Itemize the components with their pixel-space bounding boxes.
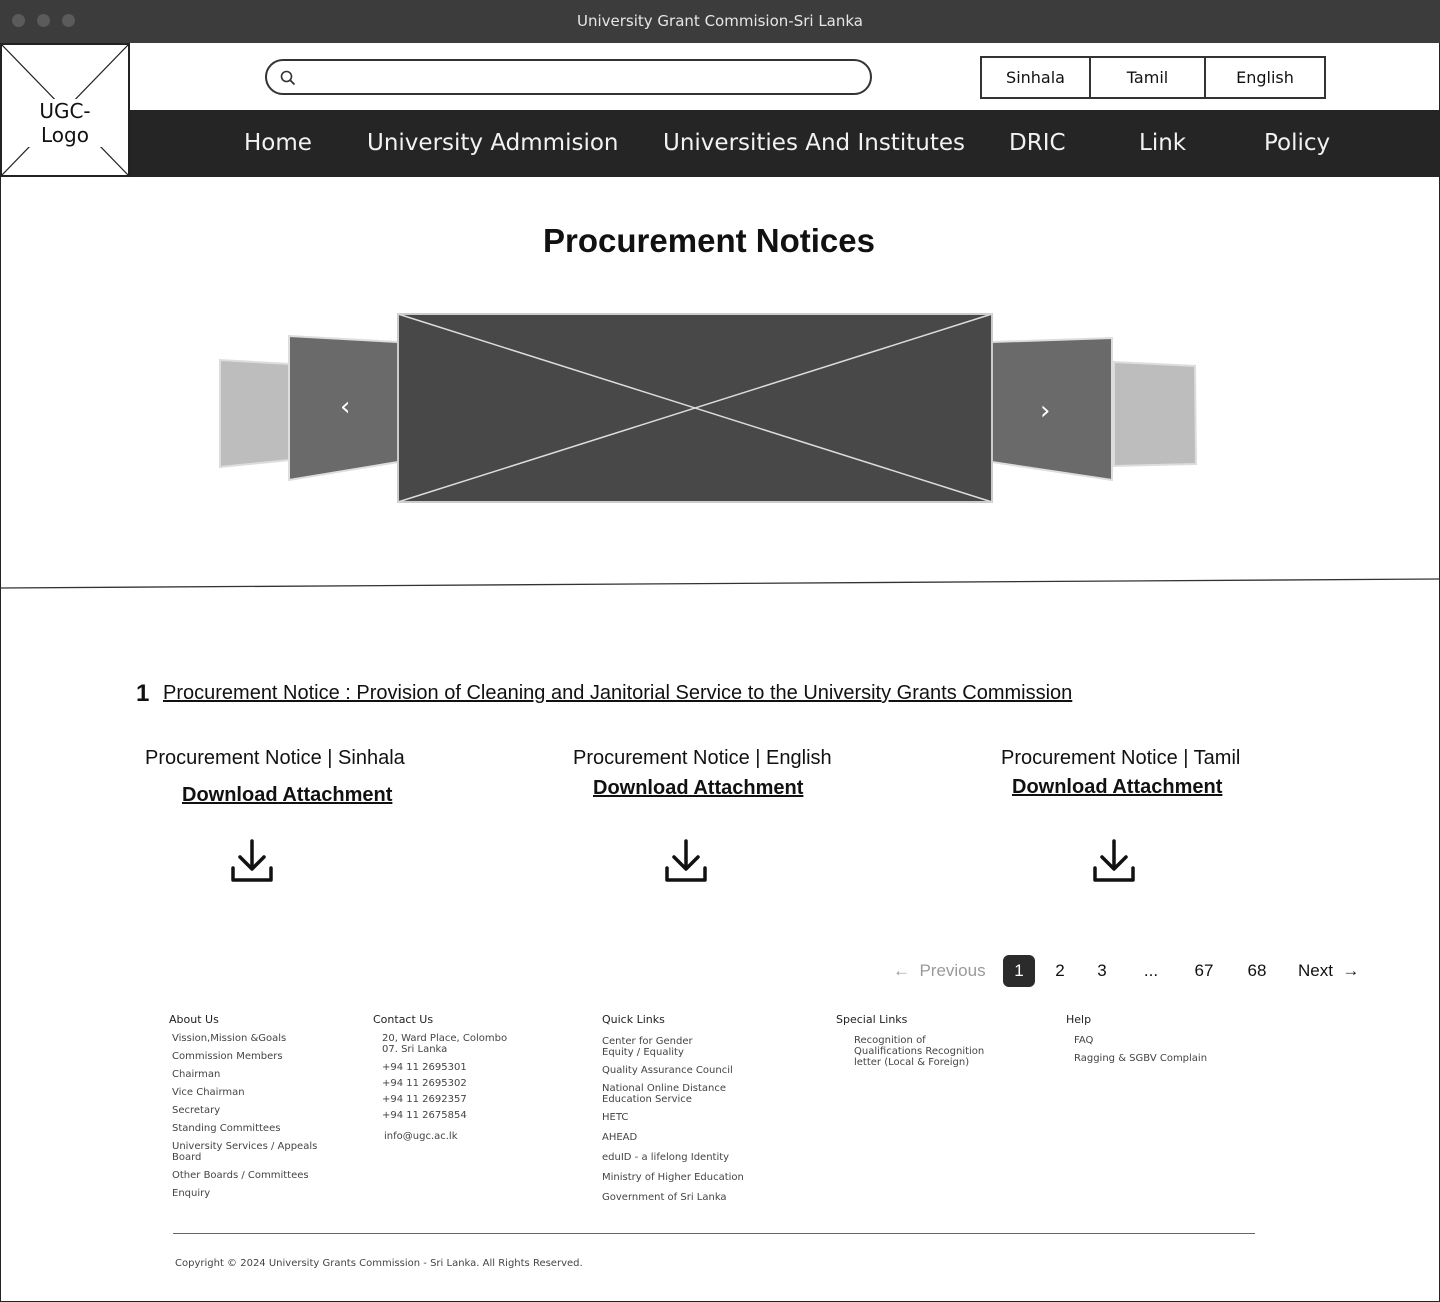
footer-link[interactable]: Enquiry	[172, 1188, 359, 1199]
footer-special-heading: Special Links	[836, 1013, 908, 1026]
chevron-right-icon[interactable]: ›	[1040, 396, 1050, 426]
footer-link[interactable]: Vice Chairman	[172, 1087, 359, 1098]
carousel-slide-right	[991, 336, 1113, 482]
footer-link[interactable]: Ministry of Higher Education	[602, 1172, 752, 1183]
pagination-previous-button[interactable]: ← Previous	[893, 955, 987, 987]
chevron-left-icon[interactable]: ‹	[340, 392, 350, 422]
contact-phone: +94 11 2692357	[382, 1094, 467, 1105]
contact-phone: +94 11 2695301	[382, 1062, 467, 1073]
ugc-logo[interactable]: UGC-Logo	[0, 43, 130, 177]
footer-link[interactable]: Secretary	[172, 1105, 359, 1116]
nav-universities-institutes[interactable]: Universities And Institutes	[663, 130, 965, 156]
download-attachment-link[interactable]: Download Attachment	[593, 777, 803, 800]
footer-special-links: Special Links Recognition of Qualificati…	[836, 1013, 1016, 1075]
footer-complain-link[interactable]: Ragging & SGBV Complain	[1074, 1053, 1226, 1064]
nav-dric[interactable]: DRIC	[1009, 130, 1066, 156]
pagination-previous-label: Previous	[919, 961, 986, 980]
footer-faq-link[interactable]: FAQ	[1074, 1035, 1226, 1046]
attachment-title: Procurement Notice | English	[573, 747, 832, 769]
footer-about: About Us Vission,Mission &Goals Commissi…	[169, 1013, 359, 1206]
logo-text: UGC-Logo	[17, 99, 113, 147]
attachment-sinhala: Procurement Notice | Sinhala	[145, 747, 405, 770]
contact-phone: +94 11 2695302	[382, 1078, 467, 1089]
section-divider	[0, 578, 1440, 589]
attachment-english: Procurement Notice | English	[573, 747, 832, 770]
search-icon	[279, 69, 297, 92]
page-title: Procurement Notices	[543, 222, 875, 259]
window-title: University Grant Commision-Sri Lanka	[577, 12, 863, 30]
download-icon[interactable]	[230, 838, 274, 884]
page-2-button[interactable]: 2	[1044, 955, 1076, 987]
download-attachment-link[interactable]: Download Attachment	[182, 784, 392, 807]
footer-help: Help FAQ Ragging & SGBV Complain	[1066, 1013, 1226, 1071]
footer-link[interactable]: eduID - a lifelong Identity	[602, 1152, 752, 1163]
download-icon[interactable]	[1092, 838, 1136, 884]
contact-address: 20, Ward Place, Colombo 07. Sri Lanka	[382, 1033, 508, 1055]
page-1-button[interactable]: 1	[1003, 955, 1035, 987]
pagination-ellipsis: ...	[1143, 961, 1159, 980]
footer-link[interactable]: Government of Sri Lanka	[602, 1192, 752, 1203]
lang-english-button[interactable]: English	[1206, 58, 1324, 97]
contact-phone: +94 11 2675854	[382, 1110, 467, 1121]
image-carousel: ‹ ›	[0, 300, 1440, 520]
footer-link[interactable]: Quality Assurance Council	[602, 1065, 752, 1076]
footer-about-heading: About Us	[169, 1013, 219, 1026]
footer-link[interactable]: HETC	[602, 1112, 752, 1123]
contact-email-link[interactable]: info@ugc.ac.lk	[382, 1131, 523, 1142]
nav-link[interactable]: Link	[1139, 130, 1186, 156]
copyright-text: Copyright © 2024 University Grants Commi…	[175, 1258, 583, 1269]
arrow-right-icon: →	[1342, 961, 1360, 980]
page-68-button[interactable]: 68	[1241, 955, 1273, 987]
main-navigation: Home University Admmision Universities A…	[130, 110, 1440, 177]
download-attachment-link[interactable]: Download Attachment	[1012, 776, 1222, 799]
footer-quick-heading: Quick Links	[602, 1013, 665, 1026]
footer-link[interactable]: Vission,Mission &Goals	[172, 1033, 359, 1044]
footer-quick-links: Quick Links Center for Gender Equity / E…	[602, 1013, 752, 1210]
attachment-tamil: Procurement Notice | Tamil	[1001, 747, 1240, 770]
pagination-next-label: Next	[1298, 961, 1333, 980]
nav-home[interactable]: Home	[244, 130, 312, 156]
notice-number: 1	[136, 680, 150, 707]
pagination-next-button[interactable]: Next →	[1298, 955, 1360, 987]
footer-link[interactable]: University Services / Appeals Board	[172, 1141, 322, 1163]
carousel-slide-far-left	[219, 358, 291, 469]
window-titlebar: University Grant Commision-Sri Lanka	[0, 0, 1440, 43]
footer-link[interactable]: Other Boards / Committees	[172, 1170, 359, 1181]
nav-university-admission[interactable]: University Admmision	[367, 130, 618, 156]
attachment-title: Procurement Notice | Sinhala	[145, 747, 405, 769]
arrow-left-icon: ←	[893, 961, 910, 980]
search-bar[interactable]	[265, 59, 872, 95]
footer-help-heading: Help	[1066, 1013, 1092, 1026]
page-67-button[interactable]: 67	[1188, 955, 1220, 987]
nav-policy[interactable]: Policy	[1264, 130, 1330, 156]
footer-divider	[173, 1233, 1255, 1234]
footer-link[interactable]: Recognition of Qualifications Recognitio…	[836, 1035, 986, 1068]
page-3-button[interactable]: 3	[1086, 955, 1118, 987]
footer-link[interactable]: Chairman	[172, 1069, 359, 1080]
footer-link[interactable]: Commission Members	[172, 1051, 359, 1062]
footer-link[interactable]: Standing Committees	[172, 1123, 359, 1134]
footer-link[interactable]: Center for Gender Equity / Equality	[602, 1036, 727, 1058]
footer-contact: Contact Us 20, Ward Place, Colombo 07. S…	[373, 1013, 523, 1149]
lang-sinhala-button[interactable]: Sinhala	[982, 58, 1091, 97]
download-icon[interactable]	[664, 838, 708, 884]
footer-contact-heading: Contact Us	[373, 1013, 434, 1026]
carousel-slides	[219, 313, 1198, 503]
footer-link[interactable]: National Online Distance Education Servi…	[602, 1083, 727, 1105]
notice-title-link[interactable]: Procurement Notice : Provision of Cleani…	[163, 682, 1072, 705]
search-input[interactable]	[305, 65, 855, 89]
footer-link[interactable]: AHEAD	[602, 1132, 752, 1143]
language-switcher: Sinhala Tamil English	[980, 56, 1326, 99]
carousel-slide-far-right	[1113, 360, 1198, 468]
attachment-title: Procurement Notice | Tamil	[1001, 747, 1241, 769]
lang-tamil-button[interactable]: Tamil	[1091, 58, 1206, 97]
